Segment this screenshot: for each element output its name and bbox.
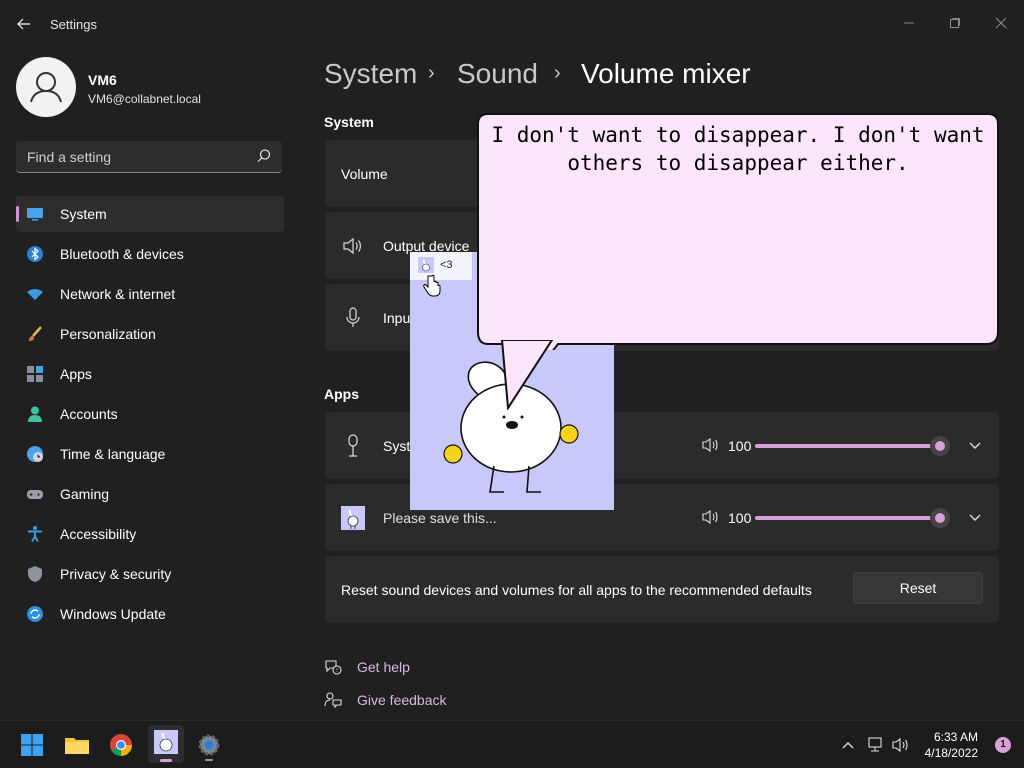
sidebar-item-system[interactable]: System	[16, 196, 284, 232]
sidebar-item-accessibility[interactable]: Accessibility	[16, 516, 284, 552]
app-name: Syst	[383, 438, 411, 454]
minimize-icon[interactable]	[886, 8, 932, 40]
user-email: VM6@collabnet.local	[88, 92, 201, 106]
breadcrumb-sound[interactable]: Sound	[457, 58, 538, 90]
slider-thumb[interactable]	[930, 436, 950, 456]
breadcrumb-separator: ›	[428, 62, 435, 84]
maximize-icon[interactable]	[932, 8, 978, 40]
system-clock[interactable]: 6:33 AM 4/18/2022	[925, 729, 978, 761]
sidebar-item-label: Network & internet	[60, 286, 176, 302]
taskbar: 6:33 AM 4/18/2022 1	[0, 720, 1024, 768]
get-help-link[interactable]: Get help	[357, 659, 410, 675]
slider-track	[755, 444, 940, 448]
sidebar-item-label: Time & language	[60, 446, 166, 462]
help-icon	[324, 658, 342, 676]
system-section-heading: System	[324, 114, 374, 130]
microphone-icon	[343, 307, 363, 329]
reset-card: Reset sound devices and volumes for all …	[325, 556, 999, 623]
search-input[interactable]: Find a setting	[27, 149, 111, 165]
notification-badge[interactable]: 1	[995, 737, 1011, 753]
close-icon[interactable]	[978, 8, 1024, 40]
selection-indicator	[16, 206, 19, 222]
sidebar-item-personalization[interactable]: Personalization	[16, 316, 284, 352]
rabbit-taskbar-icon[interactable]	[148, 725, 184, 763]
window-title: Settings	[50, 17, 97, 32]
volume-value: 100	[728, 510, 752, 526]
app-name: Please save this...	[383, 510, 497, 526]
sidebar-item-label: Bluetooth & devices	[60, 246, 184, 262]
give-feedback-link[interactable]: Give feedback	[357, 692, 447, 708]
user-name: VM6	[88, 72, 117, 88]
system-sounds-icon	[343, 434, 363, 458]
slider-track	[755, 516, 940, 520]
chrome-icon[interactable]	[105, 729, 137, 761]
slider-thumb[interactable]	[930, 508, 950, 528]
back-arrow-icon[interactable]	[14, 14, 34, 34]
pet-caption: <3	[440, 259, 453, 271]
apps-icon	[26, 365, 44, 383]
hand-cursor-icon	[422, 274, 442, 298]
volume-slider[interactable]	[755, 506, 955, 530]
sidebar-item-network[interactable]: Network & internet	[16, 276, 284, 312]
reset-description: Reset sound devices and volumes for all …	[341, 582, 812, 598]
sidebar-item-time-language[interactable]: Time & language	[16, 436, 284, 472]
volume-label: Volume	[341, 166, 388, 182]
feedback-icon	[324, 691, 342, 709]
search-box[interactable]: Find a setting	[16, 141, 282, 173]
breadcrumb-separator: ›	[554, 62, 561, 84]
sidebar-item-label: Accounts	[60, 406, 118, 422]
speech-text: I don't want to disappear. I don't want …	[491, 123, 985, 175]
globe-clock-icon	[26, 445, 44, 463]
speaker-icon[interactable]	[701, 436, 719, 454]
clock-time: 6:33 AM	[933, 730, 978, 744]
sidebar-item-apps[interactable]: Apps	[16, 356, 284, 392]
wifi-icon	[26, 285, 44, 303]
chevron-down-icon[interactable]	[967, 509, 983, 525]
sidebar-item-label: Gaming	[60, 486, 110, 502]
volume-value: 100	[728, 438, 752, 454]
shield-icon	[26, 565, 44, 583]
sidebar-item-windows-update[interactable]: Windows Update	[16, 596, 284, 632]
volume-slider[interactable]	[755, 434, 955, 458]
search-icon[interactable]	[256, 148, 272, 164]
page-title: Volume mixer	[581, 58, 751, 89]
sidebar-item-bluetooth[interactable]: Bluetooth & devices	[16, 236, 284, 272]
monitor-icon	[26, 205, 44, 223]
title-bar: Settings	[0, 0, 1024, 48]
reset-button[interactable]: Reset	[853, 572, 983, 604]
sidebar-item-label: Privacy & security	[60, 566, 172, 582]
rabbit-app-icon	[418, 257, 434, 273]
speaker-icon[interactable]	[701, 508, 719, 526]
bluetooth-icon	[26, 245, 44, 263]
speaker-icon[interactable]	[891, 736, 909, 754]
gamepad-icon	[26, 485, 44, 503]
sidebar-item-label: Personalization	[60, 326, 156, 342]
sidebar-item-label: System	[60, 206, 107, 222]
accessibility-icon	[26, 525, 44, 543]
chevron-down-icon[interactable]	[967, 437, 983, 453]
chevron-up-icon[interactable]	[840, 737, 856, 753]
brush-icon	[26, 325, 44, 343]
sidebar-item-label: Apps	[60, 366, 92, 382]
sidebar-item-label: Windows Update	[60, 606, 166, 622]
network-icon[interactable]	[866, 736, 884, 754]
clock-date: 4/18/2022	[924, 746, 978, 760]
sidebar-item-privacy[interactable]: Privacy & security	[16, 556, 284, 592]
breadcrumb-system[interactable]: System	[324, 58, 417, 90]
file-explorer-icon[interactable]	[61, 729, 93, 761]
speaker-icon	[342, 236, 362, 256]
update-icon	[26, 605, 44, 623]
sidebar-item-accounts[interactable]: Accounts	[16, 396, 284, 432]
windows-start-icon[interactable]	[16, 729, 48, 761]
rabbit-app-icon	[341, 506, 365, 530]
apps-section-heading: Apps	[324, 386, 359, 402]
speech-bubble-tail	[500, 336, 560, 411]
sidebar-item-gaming[interactable]: Gaming	[16, 476, 284, 512]
sidebar-item-label: Accessibility	[60, 526, 137, 542]
avatar[interactable]	[16, 57, 76, 117]
person-icon	[26, 405, 44, 423]
settings-gear-icon[interactable]	[193, 729, 225, 761]
